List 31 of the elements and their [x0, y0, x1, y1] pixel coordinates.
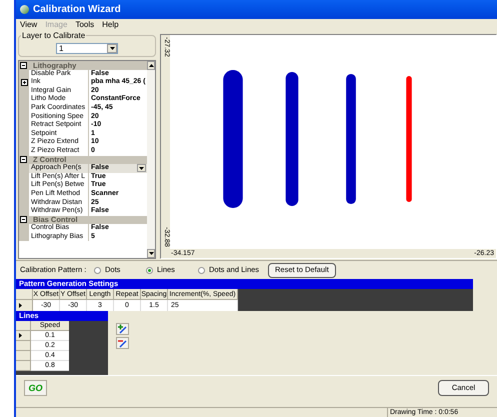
remove-line-button[interactable]: [116, 337, 129, 349]
group-label: Layer to Calibrate: [21, 30, 86, 42]
down-arrow-icon: [148, 252, 154, 255]
menu-item[interactable]: Tools: [75, 19, 94, 31]
row-header[interactable]: [16, 331, 31, 341]
caret-icon: [139, 166, 144, 170]
layer-dropdown[interactable]: 1: [56, 43, 118, 54]
row-pointer-icon: [19, 333, 22, 338]
window-title: Calibration Wizard: [33, 3, 121, 17]
menu-item[interactable]: View: [20, 19, 38, 31]
scrollbar[interactable]: [147, 61, 155, 258]
collapse-icon[interactable]: [20, 62, 27, 69]
add-line-button[interactable]: [116, 323, 129, 335]
scroll-down-button[interactable]: [147, 249, 155, 258]
app-icon: [20, 5, 29, 14]
caret-icon: [110, 47, 114, 50]
dropdown-button[interactable]: [137, 164, 146, 172]
dropdown-button[interactable]: [107, 44, 117, 53]
collapse-icon[interactable]: [20, 216, 27, 224]
radio-button[interactable]: [94, 266, 101, 274]
plus-pen-icon: [117, 324, 128, 334]
menu-item[interactable]: Help: [102, 19, 119, 31]
minus-pen-icon: [117, 338, 128, 348]
expand-icon[interactable]: [21, 78, 28, 86]
collapse-icon[interactable]: [20, 156, 27, 164]
radio-button[interactable]: [146, 266, 153, 274]
row-header[interactable]: [16, 300, 33, 311]
row-pointer-icon: [19, 303, 22, 308]
scroll-up-button[interactable]: [147, 61, 155, 70]
radio-button[interactable]: [198, 266, 205, 274]
up-arrow-icon: [148, 64, 154, 67]
